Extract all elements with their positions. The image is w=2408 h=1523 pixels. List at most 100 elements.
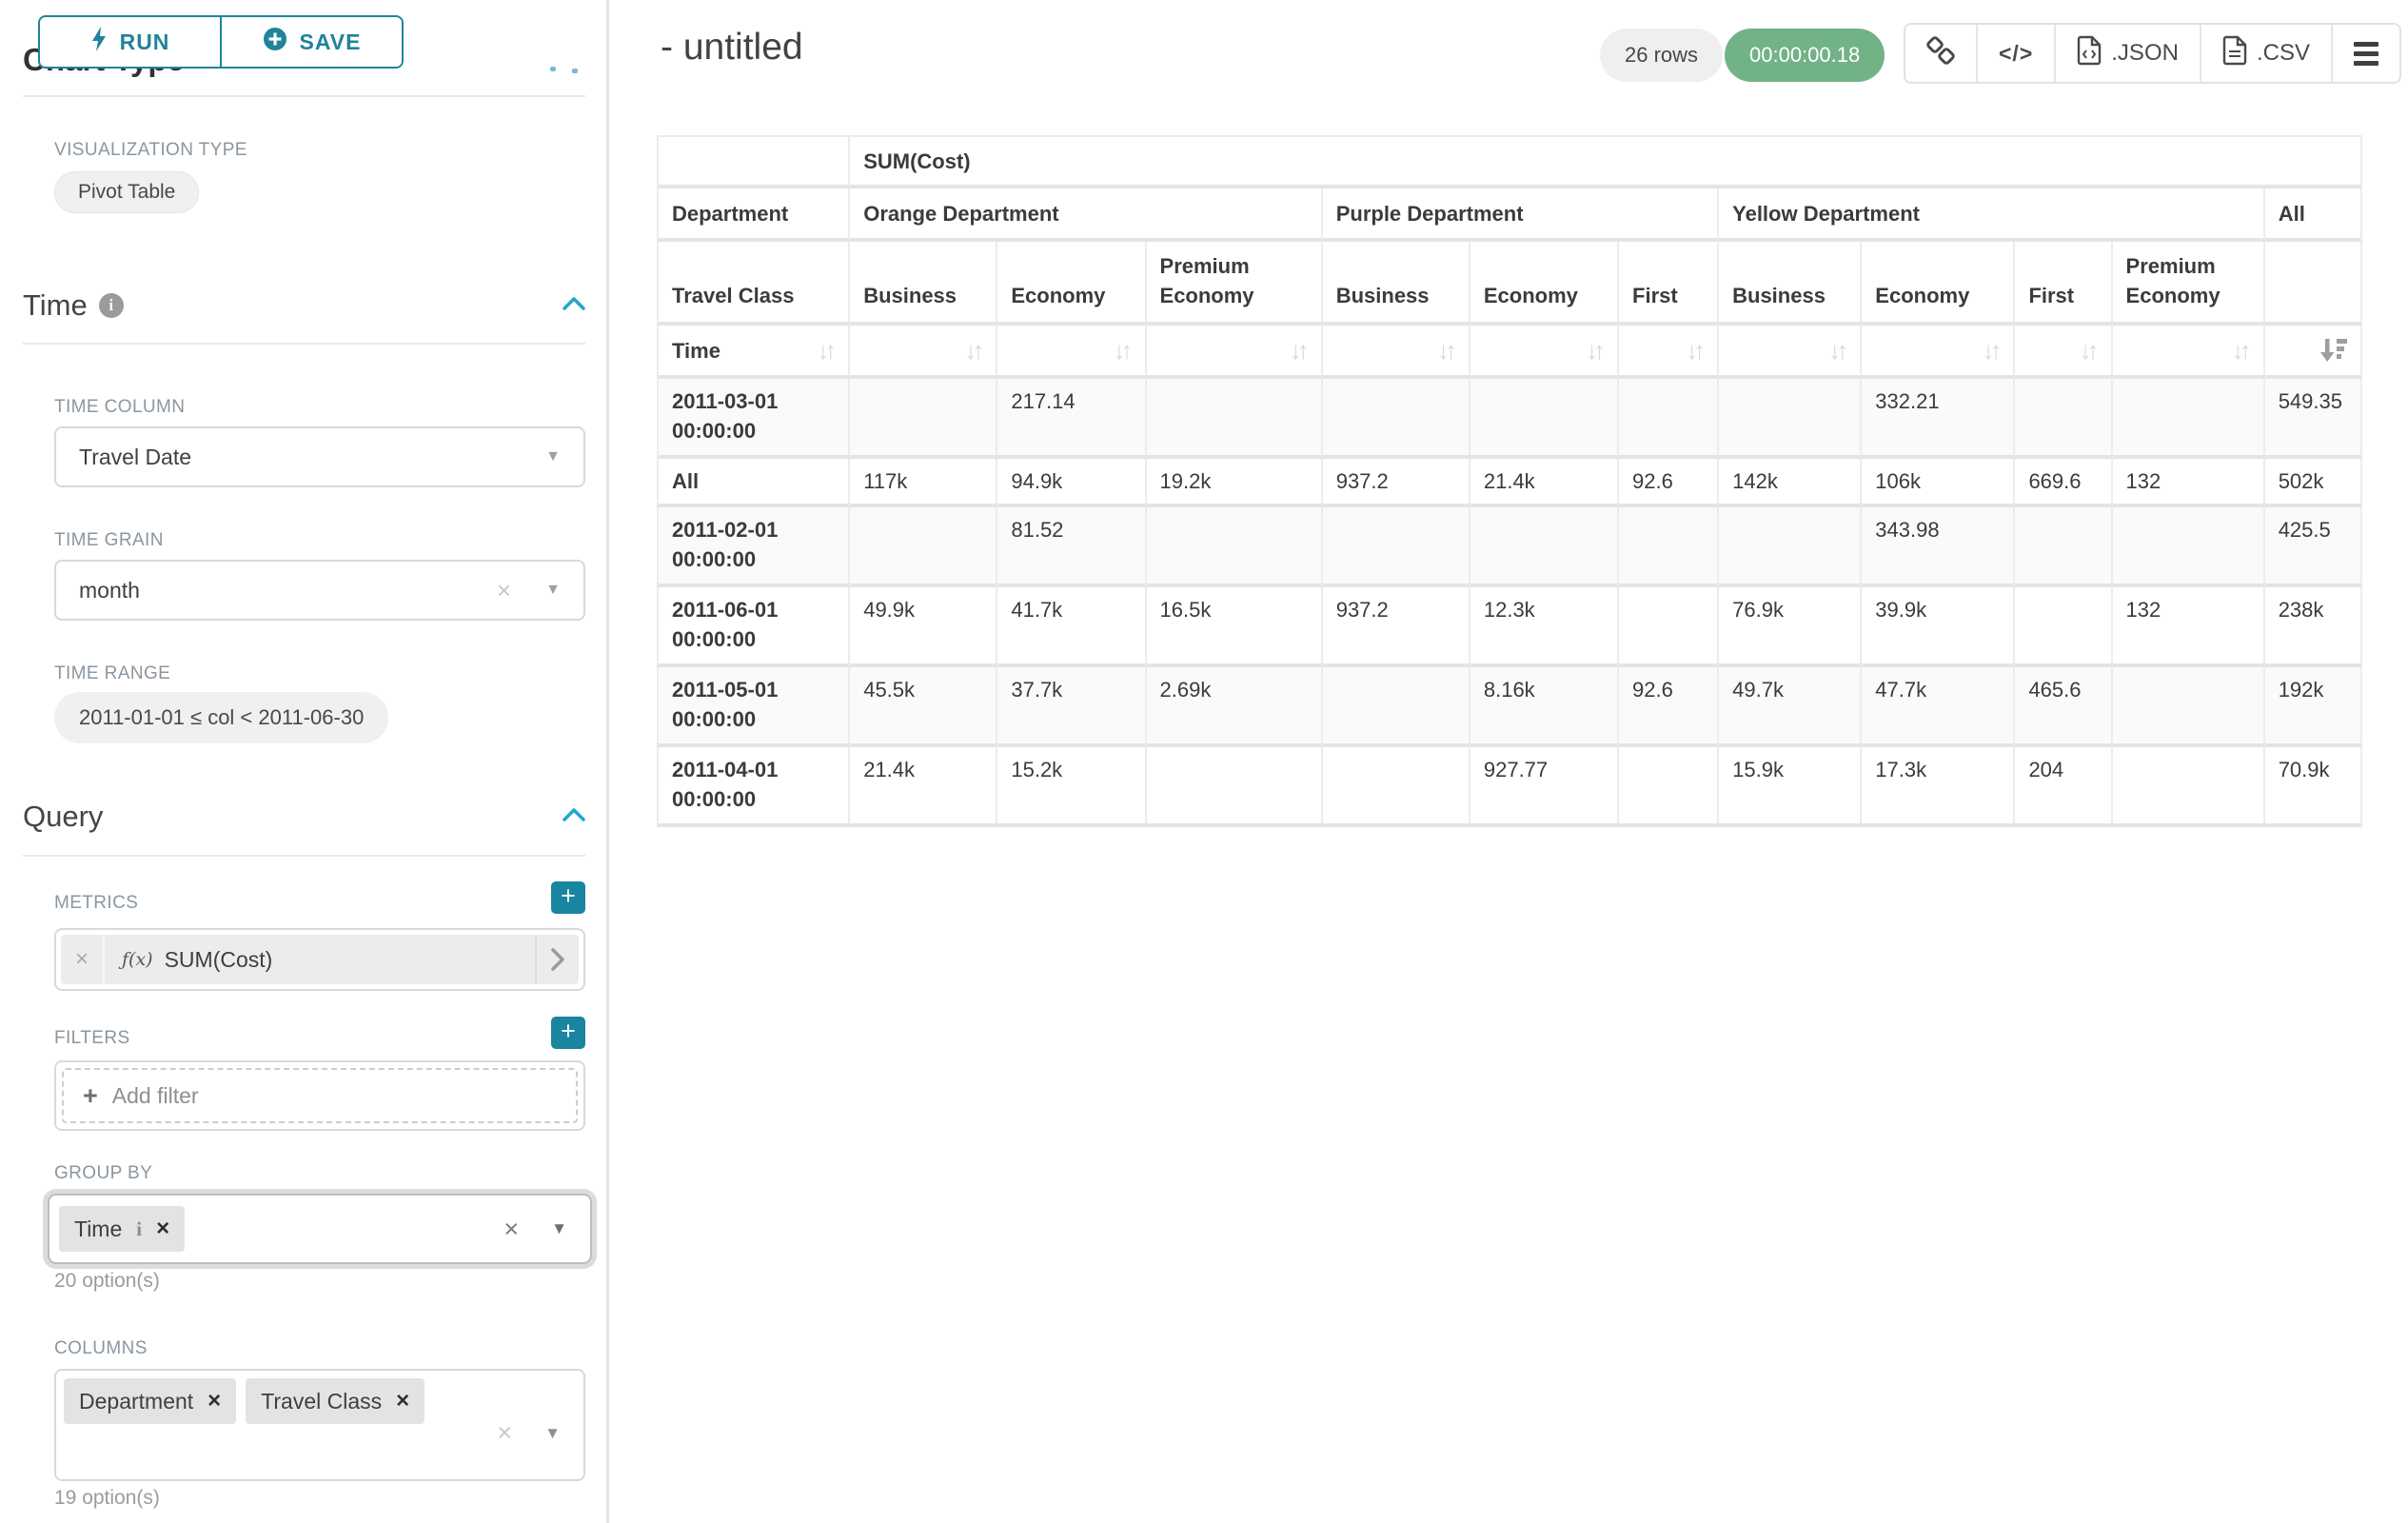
chevron-up-icon[interactable]	[563, 297, 585, 315]
value-cell: 47.7k	[1862, 667, 2015, 747]
value-cell: 927.77	[1470, 747, 1619, 827]
chart-title[interactable]: - untitled	[661, 27, 803, 69]
value-cell: 15.2k	[997, 747, 1146, 827]
clear-icon[interactable]: ×	[497, 1418, 512, 1448]
value-cell	[850, 379, 997, 459]
value-cell	[2015, 507, 2112, 587]
travel-class-header: Economy	[1862, 242, 2015, 326]
time-column-select[interactable]: Travel Date ▼	[54, 426, 585, 487]
run-button[interactable]: RUN	[40, 17, 220, 67]
sort-desc-icon[interactable]	[2319, 338, 2347, 364]
value-cell	[1619, 747, 1719, 827]
metrics-label: METRICS	[54, 893, 138, 914]
value-cell: 16.5k	[1147, 587, 1323, 667]
chevron-down-icon: ▼	[545, 448, 561, 465]
time-section-header[interactable]: Time i	[23, 288, 585, 323]
value-cell: 49.7k	[1719, 667, 1862, 747]
embed-code-button[interactable]: </>	[1976, 25, 2054, 82]
table-row: 2011-04-01 00:00:0021.4k15.2k927.7715.9k…	[657, 747, 2362, 827]
value-cell	[1619, 379, 1719, 459]
chevron-up-icon[interactable]	[563, 808, 585, 826]
time-grain-select[interactable]: month × ▼	[54, 560, 585, 621]
group-by-label: GROUP BY	[54, 1163, 152, 1184]
metric-pill[interactable]: × ƒ(x) SUM(Cost)	[61, 935, 579, 984]
travel-class-header: Economy	[1470, 242, 1619, 326]
value-cell: 92.6	[1619, 667, 1719, 747]
hamburger-icon	[2354, 42, 2378, 66]
travel-class-header: Premium Economy	[2113, 242, 2265, 326]
json-file-icon	[2077, 35, 2102, 72]
value-cell: 937.2	[1323, 587, 1470, 667]
menu-button[interactable]	[2331, 25, 2399, 82]
remove-tag-icon[interactable]: ×	[396, 1388, 409, 1414]
sort-toggle-icon[interactable]: ↓↑	[1828, 336, 1846, 366]
value-cell	[1470, 379, 1619, 459]
expand-metric-icon[interactable]	[535, 935, 579, 984]
run-save-button-group: RUN SAVE	[38, 15, 404, 69]
export-csv-button[interactable]: .CSV	[2200, 25, 2331, 82]
value-cell: 132	[2113, 459, 2265, 507]
row-label-cell: All	[657, 459, 850, 507]
row-count-badge: 26 rows	[1600, 29, 1723, 82]
chevron-down-icon[interactable]: ▼	[551, 1219, 567, 1238]
group-by-select[interactable]: Time i × × ▼	[48, 1194, 592, 1264]
travel-class-header: Business	[850, 242, 997, 326]
sort-toggle-icon[interactable]: ↓↑	[1586, 336, 1604, 366]
control-panel: Chart Type RUN SAVE VISUALIZATION TYPE P…	[0, 0, 606, 1523]
plus-circle-icon	[263, 27, 287, 57]
sort-toggle-icon[interactable]: ↓↑	[1437, 336, 1455, 366]
columns-tag: Department ×	[64, 1378, 236, 1424]
clear-icon[interactable]: ×	[497, 576, 511, 605]
chevron-down-icon[interactable]: ▼	[544, 1424, 561, 1443]
sort-toggle-icon[interactable]: ↓↑	[1686, 336, 1704, 366]
time-range-pill[interactable]: 2011-01-01 ≤ col < 2011-06-30	[54, 692, 388, 743]
travel-class-header: Business	[1323, 242, 1470, 326]
column-sort-cell: ↓↑	[997, 326, 1146, 379]
table-row: 2011-02-01 00:00:0081.52343.98425.5	[657, 507, 2362, 587]
panel-handle-dot	[572, 69, 578, 73]
columns-options-hint: 19 option(s)	[54, 1487, 160, 1510]
section-divider	[23, 855, 585, 857]
query-section-header[interactable]: Query	[23, 800, 585, 834]
sort-toggle-icon[interactable]: ↓↑	[1290, 336, 1308, 366]
value-cell: 192k	[2265, 667, 2362, 747]
add-metric-button[interactable]: +	[551, 881, 585, 914]
column-info-icon: i	[136, 1217, 142, 1241]
value-cell: 92.6	[1619, 459, 1719, 507]
remove-tag-icon[interactable]: ×	[156, 1216, 169, 1242]
sort-toggle-icon[interactable]: ↓↑	[2232, 336, 2250, 366]
remove-metric-icon[interactable]: ×	[61, 935, 105, 984]
query-section-title: Query	[23, 800, 103, 834]
value-cell: 332.21	[1862, 379, 2015, 459]
time-column-label: TIME COLUMN	[54, 397, 185, 418]
export-json-button[interactable]: .JSON	[2054, 25, 2200, 82]
sort-toggle-icon[interactable]: ↓↑	[817, 336, 835, 366]
add-filter-button[interactable]: + Add filter	[62, 1068, 578, 1123]
remove-tag-icon[interactable]: ×	[207, 1388, 221, 1414]
group-by-tag: Time i ×	[59, 1206, 185, 1252]
lightning-bolt-icon	[90, 27, 108, 57]
sort-toggle-icon[interactable]: ↓↑	[964, 336, 982, 366]
travel-class-header: Premium Economy	[1147, 242, 1323, 326]
csv-file-icon	[2222, 35, 2247, 72]
add-filter-plus-button[interactable]: +	[551, 1017, 585, 1049]
value-cell	[2113, 379, 2265, 459]
save-button[interactable]: SAVE	[220, 17, 402, 67]
value-cell: 94.9k	[997, 459, 1146, 507]
sort-toggle-icon[interactable]: ↓↑	[1982, 336, 2000, 366]
value-cell: 39.9k	[1862, 587, 2015, 667]
link-icon	[1926, 36, 1955, 71]
value-cell	[1147, 379, 1323, 459]
value-cell: 204	[2015, 747, 2112, 827]
value-cell: 502k	[2265, 459, 2362, 507]
table-row: 2011-05-01 00:00:0045.5k37.7k2.69k8.16k9…	[657, 667, 2362, 747]
clear-icon[interactable]: ×	[503, 1215, 519, 1244]
table-row: 2011-06-01 00:00:0049.9k41.7k16.5k937.21…	[657, 587, 2362, 667]
share-link-button[interactable]	[1905, 25, 1976, 82]
value-cell: 81.52	[997, 507, 1146, 587]
travel-class-header: Economy	[997, 242, 1146, 326]
sort-toggle-icon[interactable]: ↓↑	[2080, 336, 2098, 366]
columns-select[interactable]: Department × Travel Class × × ▼	[54, 1369, 585, 1481]
visualization-type-pill[interactable]: Pivot Table	[54, 171, 199, 213]
sort-toggle-icon[interactable]: ↓↑	[1114, 336, 1132, 366]
